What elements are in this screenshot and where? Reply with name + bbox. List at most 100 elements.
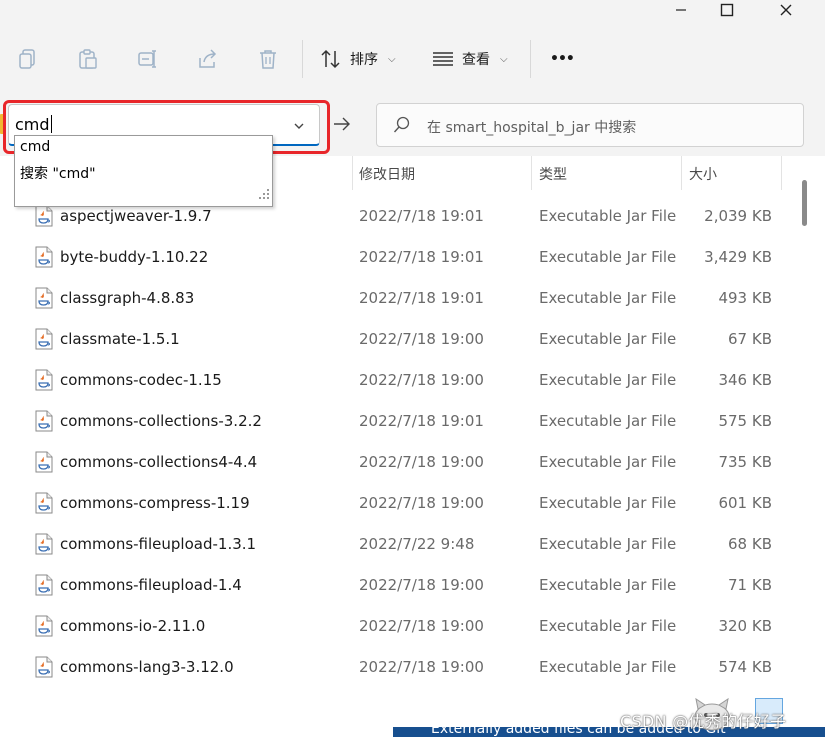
jar-file-icon <box>34 369 54 395</box>
file-row[interactable]: commons-collections4-4.4 2022/7/18 19:00 E… <box>0 442 790 483</box>
file-size: 601 KB <box>718 494 772 512</box>
column-separator <box>681 156 682 190</box>
file-row[interactable]: commons-lang3-3.12.0 2022/7/18 19:00 Execu… <box>0 647 790 688</box>
chevron-down-icon[interactable] <box>293 117 305 136</box>
file-size: 68 KB <box>728 535 772 553</box>
file-row[interactable]: classgraph-4.8.83 2022/7/18 19:01 Executab… <box>0 278 790 319</box>
view-label: 查看 <box>462 52 490 68</box>
file-name: commons-codec-1.15 <box>60 371 222 389</box>
title-bar <box>0 0 825 20</box>
file-date: 2022/7/18 19:00 <box>359 453 484 471</box>
resize-grip-icon[interactable] <box>259 184 269 203</box>
file-row[interactable]: commons-fileupload-1.4 2022/7/18 19:00 Exe… <box>0 565 790 606</box>
file-date: 2022/7/22 9:48 <box>359 535 475 553</box>
file-name: commons-lang3-3.12.0 <box>60 658 234 676</box>
suggestion-item[interactable]: 搜索 "cmd" <box>20 163 96 183</box>
address-value: cmd <box>15 115 52 134</box>
file-size: 3,429 KB <box>704 248 772 266</box>
search-placeholder: 在 smart_hospital_b_jar 中搜索 <box>427 120 637 136</box>
file-row[interactable]: commons-compress-1.19 2022/7/18 19:00 Exec… <box>0 483 790 524</box>
file-name: commons-io-2.11.0 <box>60 617 206 635</box>
file-row[interactable]: commons-io-2.11.0 2022/7/18 19:00 Executab… <box>0 606 790 647</box>
sort-icon <box>321 49 340 69</box>
file-name: commons-collections4-4.4 <box>60 453 258 471</box>
jar-file-icon <box>34 287 54 313</box>
file-date: 2022/7/18 19:00 <box>359 494 484 512</box>
file-type: Executable Jar File <box>539 494 677 512</box>
file-type: Executable Jar File <box>539 535 677 553</box>
file-date: 2022/7/18 19:01 <box>359 207 484 225</box>
file-type: Executable Jar File <box>539 330 677 348</box>
more-icon: ••• <box>550 51 575 67</box>
file-name: aspectjweaver-1.9.7 <box>60 207 212 225</box>
file-type: Executable Jar File <box>539 617 677 635</box>
go-button[interactable] <box>330 110 354 138</box>
file-size: 493 KB <box>718 289 772 307</box>
jar-file-icon <box>34 656 54 682</box>
file-size: 67 KB <box>728 330 772 348</box>
rename-icon[interactable] <box>135 46 161 72</box>
file-type: Executable Jar File <box>539 207 677 225</box>
close-icon[interactable] <box>763 0 809 20</box>
autocomplete-dropdown: cmd 搜索 "cmd" <box>14 135 273 207</box>
sort-button[interactable]: 排序 ⌵ <box>320 46 396 72</box>
jar-file-icon <box>34 410 54 436</box>
vertical-scrollbar[interactable] <box>797 156 811 696</box>
file-row[interactable]: commons-collections-3.2.2 2022/7/18 19:01… <box>0 401 790 442</box>
file-name: commons-fileupload-1.3.1 <box>60 535 257 553</box>
file-type: Executable Jar File <box>539 658 677 676</box>
file-type: Executable Jar File <box>539 371 677 389</box>
copy-icon[interactable] <box>15 46 41 72</box>
column-header-date[interactable]: 修改日期 <box>359 164 415 184</box>
file-size: 735 KB <box>718 453 772 471</box>
file-row[interactable]: commons-codec-1.15 2022/7/18 19:00 Executa… <box>0 360 790 401</box>
folder-icon-stub <box>0 114 6 134</box>
file-row[interactable]: commons-fileupload-1.3.1 2022/7/22 9:48 Ex… <box>0 524 790 565</box>
file-size: 346 KB <box>718 371 772 389</box>
file-type: Executable Jar File <box>539 576 677 594</box>
view-icon <box>433 52 453 66</box>
chevron-down-icon: ⌵ <box>388 53 396 65</box>
suggestion-item[interactable]: cmd <box>20 139 50 155</box>
share-icon[interactable] <box>195 46 221 72</box>
file-type: Executable Jar File <box>539 453 677 471</box>
delete-icon[interactable] <box>255 46 281 72</box>
toolbar-divider <box>530 40 531 78</box>
file-row[interactable]: classmate-1.5.1 2022/7/18 19:00 Executable… <box>0 319 790 360</box>
scroll-thumb[interactable] <box>802 180 807 226</box>
more-options-button[interactable]: ••• <box>550 46 575 72</box>
file-type: Executable Jar File <box>539 248 677 266</box>
column-header-size[interactable]: 大小 <box>689 164 717 184</box>
file-size: 574 KB <box>718 658 772 676</box>
file-name: classgraph-4.8.83 <box>60 289 195 307</box>
file-date: 2022/7/18 19:00 <box>359 371 484 389</box>
search-box[interactable]: 在 smart_hospital_b_jar 中搜索 <box>376 103 804 147</box>
minimize-icon[interactable] <box>658 0 704 20</box>
column-separator <box>531 156 532 190</box>
file-size: 71 KB <box>728 576 772 594</box>
jar-file-icon <box>34 451 54 477</box>
file-name: commons-compress-1.19 <box>60 494 250 512</box>
file-name: commons-fileupload-1.4 <box>60 576 242 594</box>
file-type: Executable Jar File <box>539 412 677 430</box>
jar-file-icon <box>34 328 54 354</box>
file-date: 2022/7/18 19:00 <box>359 330 484 348</box>
column-header-type[interactable]: 类型 <box>539 164 567 184</box>
watermark: CSDN @优秀的仔好子 <box>620 712 787 731</box>
jar-file-icon <box>34 246 54 272</box>
jar-file-icon <box>34 492 54 518</box>
command-bar: 排序 ⌵ 查看 ⌵ ••• <box>0 20 825 98</box>
view-button[interactable]: 查看 ⌵ <box>432 46 508 72</box>
file-size: 575 KB <box>718 412 772 430</box>
column-separator <box>352 156 353 190</box>
file-row[interactable]: byte-buddy-1.10.22 2022/7/18 19:01 Executa… <box>0 237 790 278</box>
file-size: 2,039 KB <box>704 207 772 225</box>
maximize-icon[interactable] <box>704 0 750 20</box>
paste-icon[interactable] <box>75 46 101 72</box>
search-icon <box>393 116 411 138</box>
file-date: 2022/7/18 19:00 <box>359 576 484 594</box>
jar-file-icon <box>34 533 54 559</box>
file-date: 2022/7/18 19:01 <box>359 412 484 430</box>
file-date: 2022/7/18 19:00 <box>359 617 484 635</box>
jar-file-icon <box>34 574 54 600</box>
